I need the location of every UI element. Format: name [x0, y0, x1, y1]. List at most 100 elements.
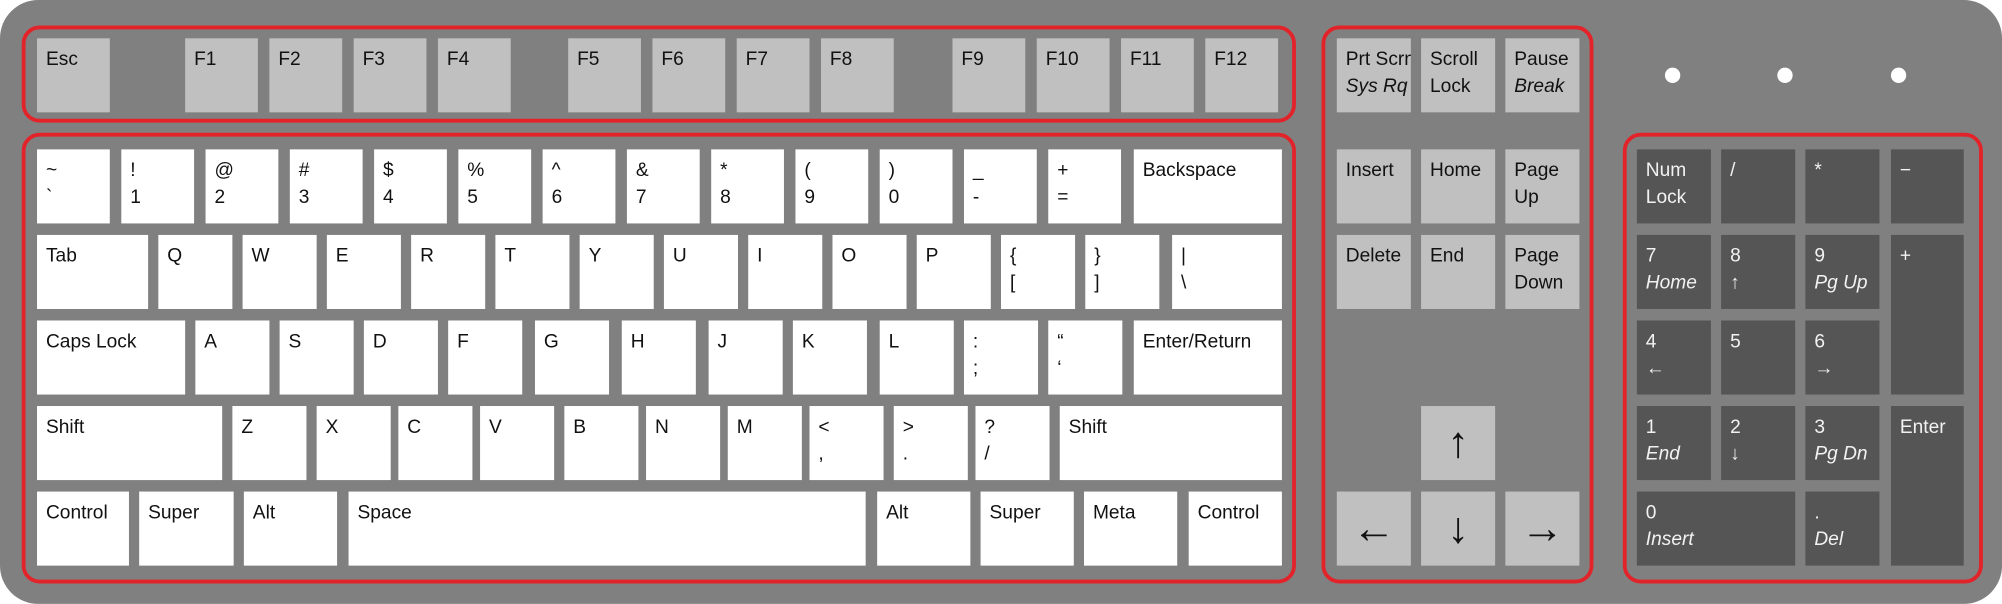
key-7[interactable]: & 7	[626, 149, 700, 224]
key-0-insert[interactable]: 0 Insert	[1636, 491, 1796, 566]
key-n[interactable]: N	[646, 406, 721, 481]
key-pause-break[interactable]: Pause Break	[1505, 38, 1580, 113]
key-8[interactable]: 8 ↑	[1721, 234, 1796, 309]
key-symbol-10[interactable]: ? /	[975, 406, 1050, 481]
key-f1[interactable]: F1	[185, 38, 258, 113]
key-symbol-3[interactable]: →	[1505, 491, 1580, 566]
key-2[interactable]: 2 ↓	[1721, 406, 1796, 481]
key-w[interactable]: W	[242, 234, 317, 309]
key-o[interactable]: O	[832, 234, 907, 309]
key-5[interactable]: 5	[1721, 320, 1796, 395]
key-control[interactable]: Control	[1188, 491, 1282, 566]
key-symbol-11[interactable]: {[	[1001, 234, 1076, 309]
key-symbol-2[interactable]: ↓	[1421, 491, 1496, 566]
key-shift[interactable]: Shift	[37, 406, 223, 481]
key-3-pg-dn[interactable]: 3 Pg Dn	[1805, 406, 1880, 481]
key-f[interactable]: F	[448, 320, 523, 395]
key-prt-scrn-sys-rq[interactable]: Prt Scrn Sys Rq	[1336, 38, 1411, 113]
key-symbol-2[interactable]: *	[1805, 149, 1880, 224]
key-f8[interactable]: F8	[820, 38, 894, 113]
key-r[interactable]: R	[411, 234, 486, 309]
key-f7[interactable]: F7	[736, 38, 810, 113]
key-symbol-9[interactable]: >.	[893, 406, 968, 481]
key-del[interactable]: . Del	[1805, 491, 1880, 566]
key-end[interactable]: End	[1421, 234, 1496, 309]
key-u[interactable]: U	[663, 234, 738, 309]
key-e[interactable]: E	[326, 234, 401, 309]
key-8[interactable]: * 8	[711, 149, 784, 224]
key-scroll-lock[interactable]: Scroll Lock	[1421, 38, 1496, 113]
key-page-up[interactable]: Page Up	[1505, 149, 1580, 224]
key-symbol-7[interactable]: +	[1890, 234, 1964, 395]
key-f3[interactable]: F3	[353, 38, 427, 113]
key-symbol-0[interactable]: ↑	[1421, 406, 1496, 481]
key-t[interactable]: T	[495, 234, 570, 309]
key-symbol-0[interactable]: ~ `	[37, 149, 110, 224]
key-num-lock[interactable]: Num Lock	[1636, 149, 1711, 224]
key-f6[interactable]: F6	[652, 38, 726, 113]
key-7-home[interactable]: 7 Home	[1636, 234, 1711, 309]
key-1[interactable]: ! 1	[121, 149, 195, 224]
key-m[interactable]: M	[727, 406, 802, 481]
key-super[interactable]: Super	[139, 491, 234, 566]
key-v[interactable]: V	[480, 406, 555, 481]
key-f10[interactable]: F10	[1036, 38, 1110, 113]
key-2[interactable]: @2	[205, 149, 279, 224]
key-b[interactable]: B	[564, 406, 639, 481]
key-space[interactable]: Space	[348, 491, 866, 566]
key-1-end[interactable]: 1 End	[1636, 406, 1711, 481]
key-backspace[interactable]: Backspace	[1133, 149, 1282, 224]
key-y[interactable]: Y	[579, 234, 654, 309]
key-enter-return[interactable]: Enter/Return	[1133, 320, 1282, 395]
key-tab[interactable]: Tab	[37, 234, 149, 309]
key-symbol-11[interactable]: _ -	[963, 149, 1037, 224]
key-f5[interactable]: F5	[568, 38, 641, 113]
key-symbol-10[interactable]: :;	[963, 320, 1039, 395]
key-symbol-8[interactable]: <,	[809, 406, 884, 481]
key-f4[interactable]: F4	[437, 38, 511, 113]
key-c[interactable]: C	[398, 406, 473, 481]
key-symbol-13[interactable]: | \	[1172, 234, 1282, 309]
key-f11[interactable]: F11	[1121, 38, 1194, 113]
key-9[interactable]: (9	[795, 149, 869, 224]
key-9-pg-up[interactable]: 9 Pg Up	[1805, 234, 1880, 309]
key-control[interactable]: Control	[37, 491, 129, 566]
key-h[interactable]: H	[621, 320, 696, 395]
key-z[interactable]: Z	[232, 406, 307, 481]
key-l[interactable]: L	[879, 320, 954, 395]
key-page-down[interactable]: Page Down	[1505, 234, 1580, 309]
key-0[interactable]: ) 0	[879, 149, 953, 224]
key-k[interactable]: K	[792, 320, 867, 395]
key-d[interactable]: D	[363, 320, 438, 395]
key-x[interactable]: X	[316, 406, 391, 481]
key-meta[interactable]: Meta	[1084, 491, 1178, 566]
key-j[interactable]: J	[708, 320, 783, 395]
key-esc[interactable]: Esc	[37, 38, 110, 113]
key-f2[interactable]: F2	[269, 38, 343, 113]
key-q[interactable]: Q	[158, 234, 233, 309]
key-caps-lock[interactable]: Caps Lock	[37, 320, 186, 395]
key-i[interactable]: I	[748, 234, 823, 309]
key-g[interactable]: G	[534, 320, 610, 395]
key-home[interactable]: Home	[1421, 149, 1496, 224]
key-p[interactable]: P	[916, 234, 991, 309]
key-symbol-1[interactable]: /	[1721, 149, 1796, 224]
key-insert[interactable]: Insert	[1336, 149, 1411, 224]
key-6[interactable]: 6 →	[1805, 320, 1880, 395]
key-f12[interactable]: F12	[1205, 38, 1279, 113]
key-a[interactable]: A	[195, 320, 270, 395]
key-super[interactable]: Super	[980, 491, 1074, 566]
key-enter[interactable]: Enter	[1890, 406, 1964, 566]
key-s[interactable]: S	[279, 320, 354, 395]
key-symbol-11[interactable]: “‘	[1048, 320, 1123, 395]
key-symbol-3[interactable]: −	[1890, 149, 1964, 224]
key-6[interactable]: ^ 6	[542, 149, 616, 224]
key-symbol-1[interactable]: ←	[1336, 491, 1411, 566]
key-5[interactable]: % 5	[458, 149, 532, 224]
key-4[interactable]: $4	[374, 149, 447, 224]
key-alt[interactable]: Alt	[877, 491, 971, 566]
key-4[interactable]: 4 ←	[1636, 320, 1711, 395]
key-symbol-12[interactable]: }]	[1085, 234, 1160, 309]
key-symbol-12[interactable]: + =	[1048, 149, 1122, 224]
key-f9[interactable]: F9	[952, 38, 1026, 113]
